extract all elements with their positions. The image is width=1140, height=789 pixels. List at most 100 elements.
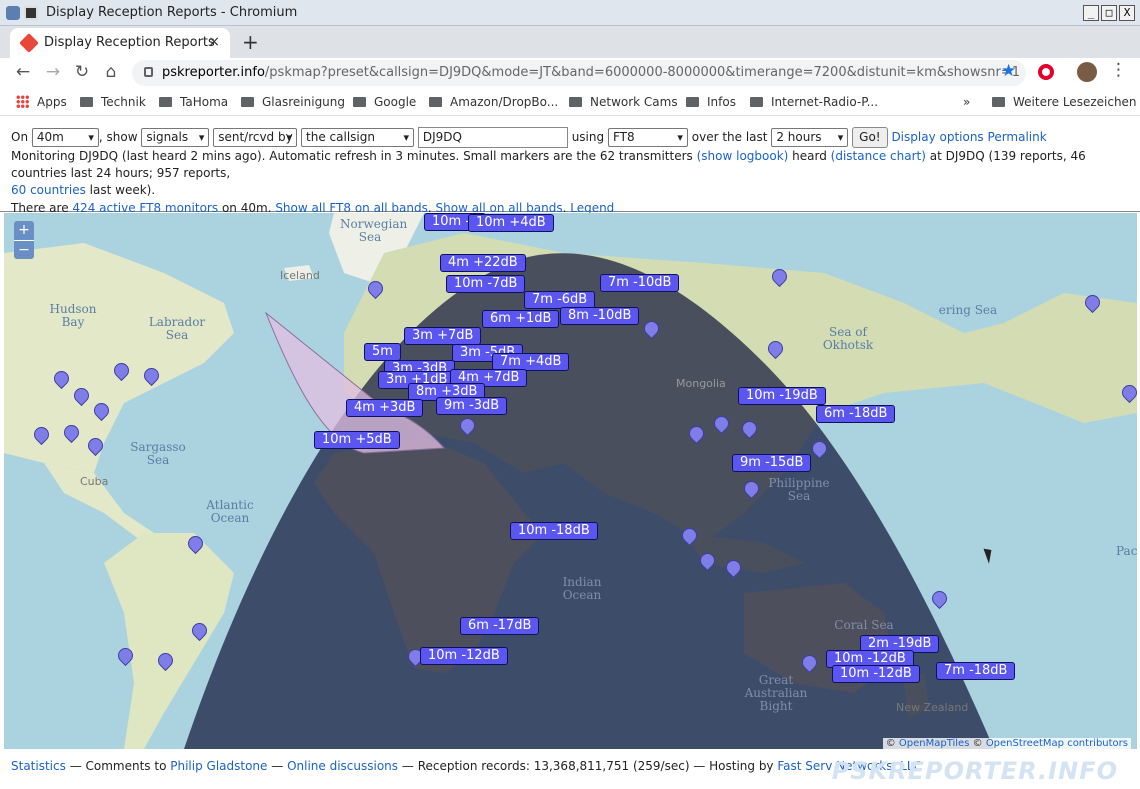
tab-display-reception-reports[interactable]: Display Reception Reports × [10,28,230,58]
bookmark-infos[interactable]: Infos [686,95,736,109]
url-text[interactable]: pskreporter.info/pskmap?preset&callsign=… [162,65,1020,80]
spot-label[interactable]: 6m -17dB [460,617,540,635]
forward-icon[interactable]: → [42,62,64,82]
new-zealand-label: New Zealand [896,701,969,714]
zoom-in-button[interactable]: + [14,221,34,240]
display-options-link[interactable]: Display options [891,130,983,144]
home-icon[interactable]: ⌂ [100,62,122,82]
spot-label[interactable]: 6m -18dB [816,405,896,423]
sargasso-sea-label: Sargasso Sea [130,440,186,467]
norwegian-sea-label: Norwegian Sea [340,217,408,244]
show-logbook-link[interactable]: (show logbook) [697,149,789,163]
new-tab-button[interactable]: + [242,30,259,54]
openmaptiles-link[interactable]: OpenMapTiles [899,738,970,749]
go-button[interactable]: Go! [852,127,888,148]
status-line: Monitoring DJ9DQ (last heard 2 mins ago)… [11,148,1129,199]
bookmark-tahoma[interactable]: TaHoma [159,95,228,109]
world-map[interactable]: + − Norwegian Sea Iceland Hudson Bay Lab… [4,213,1137,749]
openstreetmap-link[interactable]: OpenStreetMap contributors [986,738,1128,749]
spot-label[interactable]: 6m +1dB [482,310,560,328]
zoom-out-button[interactable]: − [14,240,34,259]
statistics-link[interactable]: Statistics [11,759,66,773]
window-titlebar: Display Reception Reports - Chromium _ □… [0,0,1140,26]
window-title: Display Reception Reports - Chromium [46,5,298,20]
tab-title: Display Reception Reports [44,35,215,50]
folder-icon [569,97,582,107]
profile-avatar[interactable] [1077,62,1097,82]
favicon-icon [19,33,39,53]
bookmark-network-cams[interactable]: Network Cams [569,95,678,109]
band-select[interactable]: 40m [31,128,99,147]
lock-icon[interactable] [144,67,153,77]
spot-label[interactable]: 10m -7dB [446,275,526,293]
bookmark-glasreinigung[interactable]: Glasreinigung [241,95,345,109]
bookmark-technik[interactable]: Technik [80,95,146,109]
spot-label[interactable]: 4m +3dB [346,399,424,417]
countries-link[interactable]: 60 countries [11,183,86,197]
records-text: — Reception records: 13,368,811,751 (259… [401,759,774,773]
comments-text: — Comments to [69,759,167,773]
spot-label[interactable]: 10m +4dB [468,214,554,232]
app-menu-icon[interactable] [6,6,20,20]
folder-icon [429,97,442,107]
heard-text: heard [792,149,827,163]
apps-grid-icon [16,95,29,108]
spot-label[interactable]: 10m -18dB [510,522,598,540]
target-select[interactable]: the callsign [301,128,415,147]
atlantic-ocean-label: Atlantic Ocean [206,498,254,525]
spot-label[interactable]: 10m -12dB [832,665,920,683]
back-icon[interactable]: ← [12,62,34,82]
browser-toolbar: ← → ↻ ⌂ pskreporter.info/pskmap?preset&c… [0,58,1140,88]
callsign-input[interactable]: DJ9DQ [417,127,568,148]
pacific-label: Pac [1116,544,1137,558]
bookmark-apps[interactable]: Apps [16,95,67,109]
spot-label[interactable]: 7m -18dB [936,662,1016,680]
opera-extension-icon[interactable] [1038,64,1054,80]
spot-label[interactable]: 4m +22dB [440,254,526,272]
maximize-button[interactable]: □ [1101,5,1117,21]
bookmark-internet-radio[interactable]: Internet-Radio-P... [750,95,878,109]
tab-close-icon[interactable]: × [208,34,220,50]
mongolia-label: Mongolia [676,377,726,390]
folder-icon [750,97,763,107]
window-icon [24,6,38,20]
direction-select[interactable]: sent/rcvd by [213,128,298,147]
indian-ocean-label: Indian Ocean [562,575,602,602]
bookmark-star-icon[interactable]: ★ [1001,61,1016,81]
spot-label[interactable]: 10m -19dB [738,387,826,405]
using-label: using [571,130,605,144]
iceland-label: Iceland [280,269,320,282]
distance-chart-link[interactable]: (distance chart) [831,149,926,163]
permalink-link[interactable]: Permalink [988,130,1047,144]
spot-label[interactable]: 9m -15dB [732,454,812,472]
minimize-button[interactable]: _ [1083,5,1099,21]
folder-icon [159,97,172,107]
author-link[interactable]: Philip Gladstone [170,759,267,773]
range-select[interactable]: 2 hours [771,128,849,147]
spot-label[interactable]: 10m -12dB [420,647,508,665]
more-bookmarks-chevron[interactable]: » [963,95,970,109]
spot-label[interactable]: 8m -10dB [560,307,640,325]
reload-icon[interactable]: ↻ [71,62,93,82]
spot-label[interactable]: 7m -10dB [600,274,680,292]
online-discussions-link[interactable]: Online discussions [287,759,398,773]
coral-sea-label: Coral Sea [834,618,894,632]
last-week-text: last week). [89,183,156,197]
spot-label[interactable]: 3m +7dB [404,327,482,345]
australian-bight-label: Great Australian Bight [744,673,808,713]
hudson-bay-label: Hudson Bay [49,302,97,329]
show-select[interactable]: signals [141,128,210,147]
spot-label[interactable]: 5m [364,343,401,361]
address-bar[interactable]: pskreporter.info/pskmap?preset&callsign=… [132,60,1026,86]
site-brand-logo: PSKREPORTER.INFO [831,757,1118,785]
bookmark-google[interactable]: Google [353,95,416,109]
close-window-button[interactable]: X [1119,5,1135,21]
zoom-control: + − [14,221,34,259]
bookmark-other[interactable]: Weitere Lesezeichen [992,95,1137,109]
menu-kebab-icon[interactable]: ⋮ [1110,60,1127,80]
spot-label[interactable]: 10m +5dB [314,431,400,449]
mode-select[interactable]: FT8 [607,128,688,147]
bookmark-amazon[interactable]: Amazon/DropBo... [429,95,558,109]
folder-icon [686,97,699,107]
spot-label[interactable]: 9m -3dB [436,397,508,415]
